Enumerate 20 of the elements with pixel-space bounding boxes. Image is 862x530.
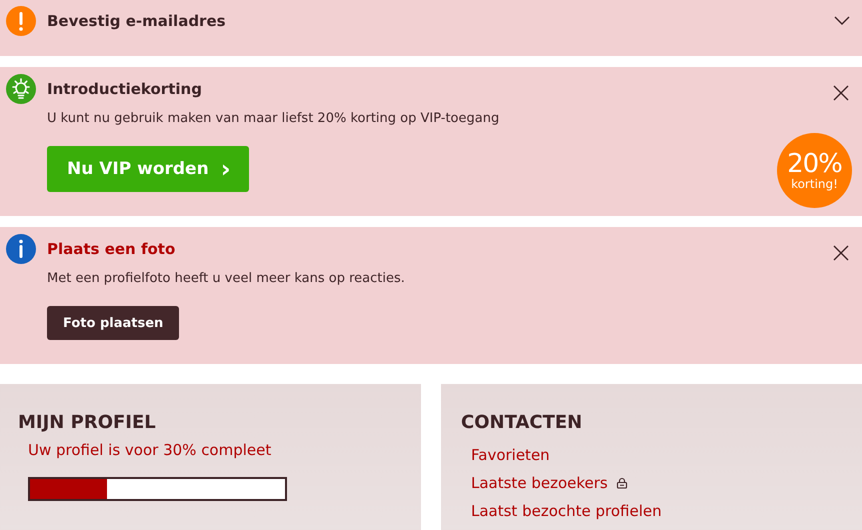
panel-title: CONTACTEN (461, 412, 584, 433)
panel-title: MIJN PROFIEL (18, 412, 157, 433)
chevron-icon[interactable] (834, 16, 850, 26)
notice-title: Introductiekorting (47, 80, 202, 98)
notice-text: Met een profielfoto heeft u veel meer kans op reacties. (47, 271, 406, 286)
notice-title: Bevestig e-mailadres (47, 12, 226, 30)
close-icon[interactable] (833, 85, 849, 101)
notice-title: Plaats een foto (47, 240, 176, 258)
contact-link[interactable]: Laatst bezochte profielen (471, 502, 662, 520)
contact-link[interactable]: Laatste bezoekers (471, 474, 608, 492)
close-icon[interactable] (833, 245, 849, 261)
lightbulb-icon (6, 74, 36, 104)
contact-link[interactable]: Favorieten (471, 446, 550, 464)
notice-text: U kunt nu gebruik maken van maar liefst 20% korting op VIP-toegang (47, 111, 500, 126)
discount-badge: 20% korting! (777, 133, 852, 208)
notice-button[interactable]: Nu VIP worden › (47, 146, 249, 192)
warning-icon (6, 6, 36, 36)
profile-status: Uw profiel is voor 30% compleet (28, 441, 272, 459)
notice-button[interactable]: Foto plaatsen (47, 306, 180, 340)
info-icon (6, 234, 36, 264)
